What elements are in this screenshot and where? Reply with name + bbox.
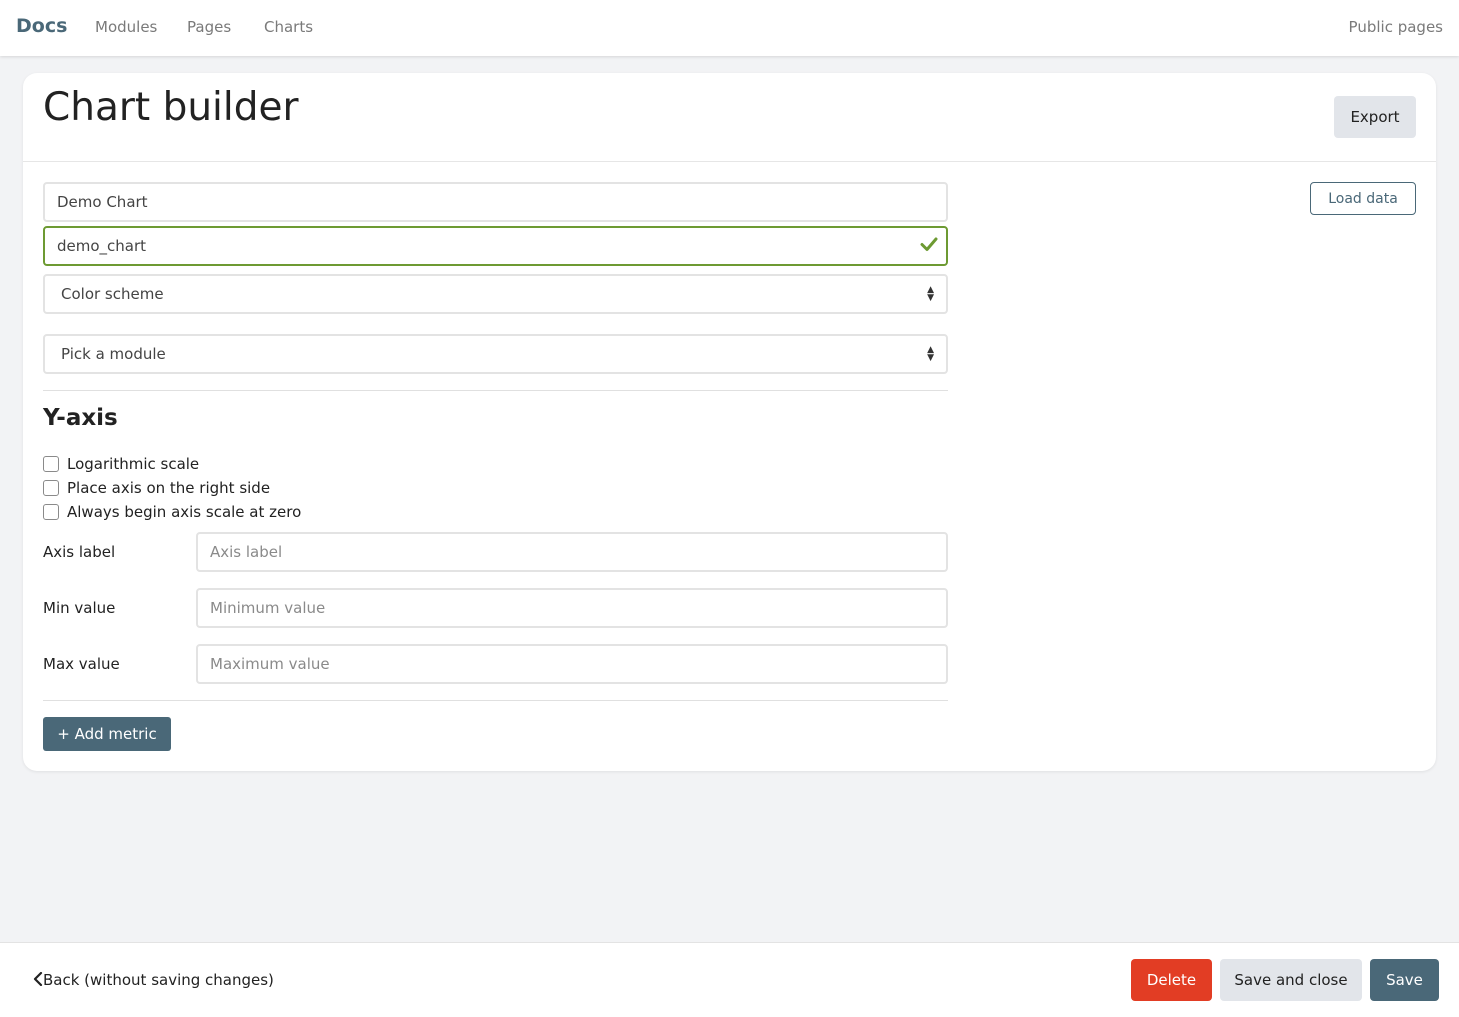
module-value: Pick a module [61,345,166,363]
color-scheme-value: Color scheme [61,285,164,303]
nav-link-modules[interactable]: Modules [95,18,157,36]
select-arrows-icon: ▲ ▼ [927,345,934,363]
color-scheme-select[interactable]: Color scheme ▲ ▼ [43,274,948,314]
chart-name-input[interactable] [43,182,948,222]
module-select[interactable]: Pick a module ▲ ▼ [43,334,948,374]
select-arrows-icon: ▲ ▼ [927,285,934,303]
chart-builder-card: Chart builder Export Load data Color sch… [23,73,1436,771]
header-divider [23,161,1436,162]
export-button[interactable]: Export [1334,96,1416,138]
checkbox-label[interactable]: Always begin axis scale at zero [67,503,301,521]
add-metric-button[interactable]: + Add metric [43,717,171,751]
brand-logo[interactable]: Docs [16,15,67,37]
check-icon [920,237,938,251]
min-value-input[interactable] [196,588,948,628]
checkbox-label[interactable]: Place axis on the right side [67,479,270,497]
axis-label-input[interactable] [196,532,948,572]
back-link-label: Back (without saving changes) [43,971,274,989]
section-divider [43,700,948,701]
axis-label-label: Axis label [43,543,116,561]
max-value-input[interactable] [196,644,948,684]
chevron-left-icon [33,972,43,986]
checkbox-box[interactable] [43,456,59,472]
footer-bar: Back (without saving changes) Delete Sav… [0,942,1459,1017]
save-button[interactable]: Save [1370,959,1439,1001]
load-data-button[interactable]: Load data [1310,182,1416,215]
nav-link-charts[interactable]: Charts [264,18,313,36]
top-nav: Docs Modules Pages Charts Public pages [0,0,1459,56]
nav-link-public-pages[interactable]: Public pages [1349,18,1443,36]
checkbox-box[interactable] [43,480,59,496]
back-link[interactable]: Back (without saving changes) [33,971,274,989]
delete-button[interactable]: Delete [1131,959,1212,1001]
chart-slug-input[interactable] [43,226,948,266]
checkbox-label[interactable]: Logarithmic scale [67,455,199,473]
max-value-label: Max value [43,655,120,673]
min-value-label: Min value [43,599,116,617]
chart-slug-wrapper [43,226,948,266]
nav-link-pages[interactable]: Pages [187,18,231,36]
save-and-close-button[interactable]: Save and close [1220,959,1362,1001]
section-divider [43,390,948,391]
page-title: Chart builder [43,85,299,130]
yaxis-section-title: Y-axis [43,405,118,431]
checkbox-box[interactable] [43,504,59,520]
